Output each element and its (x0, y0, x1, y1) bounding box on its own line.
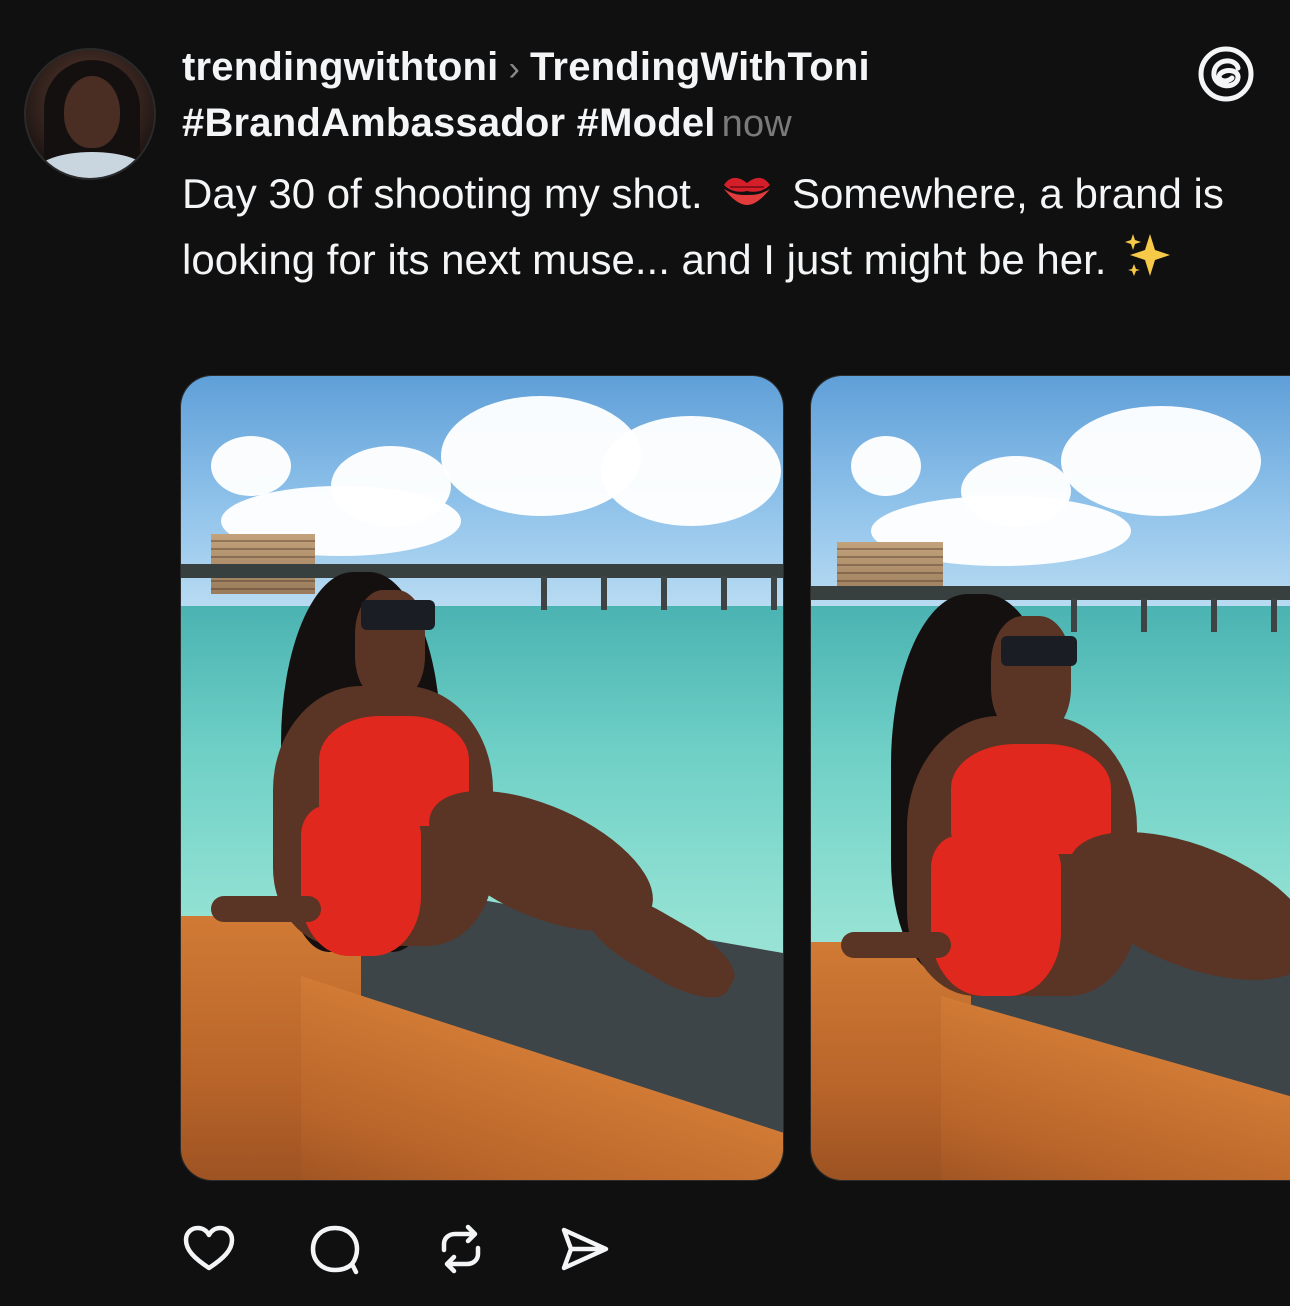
caption-part-1: Day 30 of shooting my shot. (182, 170, 703, 217)
bridge-pier (541, 576, 547, 610)
sparkles-emoji (1124, 230, 1174, 297)
repost-button[interactable] (432, 1220, 490, 1278)
cloud (211, 436, 291, 496)
post-photo-1[interactable] (180, 375, 784, 1181)
post-photo-2[interactable] (810, 375, 1290, 1181)
hashtags[interactable]: #BrandAmbassador #Model (182, 101, 716, 145)
bridge-pier (1271, 598, 1277, 632)
username[interactable]: trendingwithtoni (182, 45, 498, 89)
avatar-face (64, 76, 120, 148)
cloud (851, 436, 921, 496)
header-line-2: #BrandAmbassador #Model now (182, 96, 1182, 151)
kiss-mark-emoji (720, 165, 774, 228)
bridge-pier (1211, 598, 1217, 632)
post-caption: Day 30 of shooting my shot. Somewhere, a… (182, 162, 1242, 297)
community-name[interactable]: TrendingWithToni (530, 45, 870, 89)
threads-post: trendingwithtoni › TrendingWithToni #Brand… (0, 0, 1290, 1306)
post-header: trendingwithtoni › TrendingWithToni #Brand… (182, 40, 1182, 151)
bridge (181, 564, 783, 578)
sunglasses (361, 600, 435, 630)
repost-icon (441, 1224, 481, 1274)
bridge-pier (661, 576, 667, 610)
bridge-pier (1071, 598, 1077, 632)
like-button[interactable] (180, 1220, 238, 1278)
comment-icon (310, 1225, 360, 1275)
red-skirt (301, 806, 421, 956)
bridge-pier (721, 576, 727, 610)
bridge-pier (771, 576, 777, 610)
model-arm (841, 932, 951, 958)
cloud (1061, 406, 1261, 516)
bridge-pier (1141, 598, 1147, 632)
comment-button[interactable] (306, 1220, 364, 1278)
sunglasses (1001, 636, 1077, 666)
bridge-pier (601, 576, 607, 610)
cloud (601, 416, 781, 526)
red-skirt (931, 836, 1061, 996)
avatar[interactable] (24, 48, 156, 180)
chevron-right-icon: › (508, 50, 520, 88)
share-icon (561, 1227, 609, 1271)
share-button[interactable] (556, 1220, 614, 1278)
model-arm (211, 896, 321, 922)
media-carousel[interactable] (180, 375, 1290, 1181)
bridge (811, 586, 1290, 600)
like-icon (183, 1225, 235, 1271)
threads-logo-icon[interactable] (1196, 44, 1256, 104)
timestamp: now (721, 103, 792, 145)
header-line-1: trendingwithtoni › TrendingWithToni (182, 40, 1182, 96)
